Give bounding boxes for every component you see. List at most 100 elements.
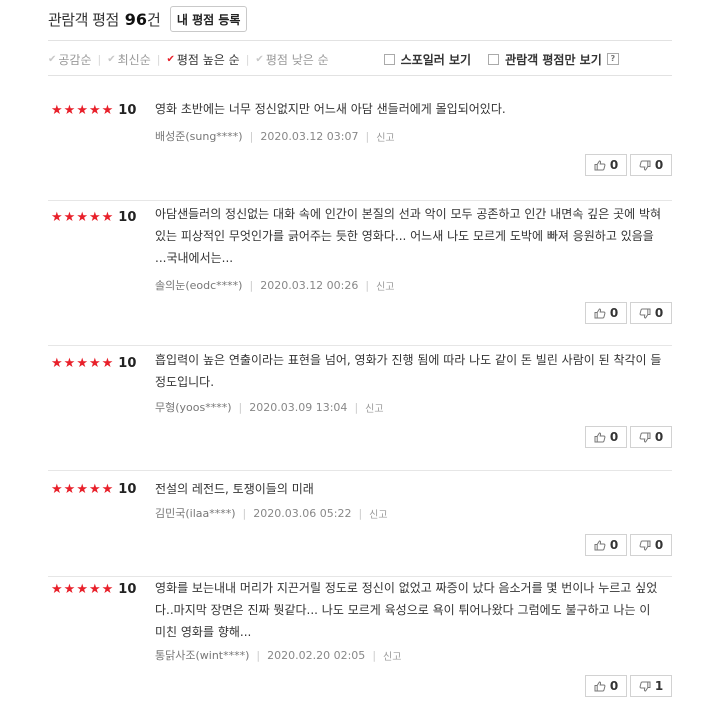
star-icon: ★ — [88, 481, 101, 497]
sort-label: 평점 높은 순 — [176, 52, 240, 67]
reviewer-nickname[interactable]: 김민국(ilaa****) — [155, 505, 236, 521]
rating-header: 관람객 평점 96 건 내 평점 등록 — [48, 6, 248, 32]
audience-only-toggle[interactable]: 관람객 평점만 보기 ? — [488, 51, 619, 68]
dislike-count: 0 — [654, 538, 664, 552]
review-date: 2020.02.20 02:05 — [267, 648, 366, 662]
report-link[interactable]: 신고 — [376, 278, 394, 293]
dislike-button[interactable]: 0 — [630, 426, 672, 448]
sort-label: 평점 낮은 순 — [265, 52, 329, 67]
check-icon: ✔ — [255, 53, 264, 65]
review-date: 2020.03.12 03:07 — [260, 129, 359, 143]
check-icon: ✔ — [166, 53, 175, 65]
rating-count-unit: 건 — [147, 10, 161, 29]
report-link[interactable]: 신고 — [369, 506, 387, 521]
sort-low-rating[interactable]: ✔ 평점 낮은 순 — [255, 51, 328, 68]
like-button[interactable]: 0 — [585, 426, 627, 448]
report-link[interactable]: 신고 — [383, 648, 401, 663]
reviewer-nickname[interactable]: 배성준(sung****) — [155, 128, 243, 144]
star-rating: ★ ★ ★ ★ ★ 10 — [51, 356, 136, 371]
review-meta: 무형(yoos****) | 2020.03.09 13:04 | 신고 — [155, 399, 384, 415]
reviewer-nickname[interactable]: 통닭사조(wint****) — [155, 647, 249, 663]
dislike-count: 0 — [654, 430, 664, 444]
sort-sympathy[interactable]: ✔ 공감순 — [48, 51, 92, 68]
like-count: 0 — [609, 430, 619, 444]
report-link[interactable]: 신고 — [376, 129, 394, 144]
separator: | — [365, 129, 370, 143]
star-icon: ★ — [101, 581, 114, 597]
review-score: 10 — [118, 103, 137, 118]
thumbs-down-icon — [639, 432, 651, 443]
like-button[interactable]: 0 — [585, 675, 627, 697]
separator: | — [256, 648, 261, 662]
review-item: ★ ★ ★ ★ ★ 10 아담샌들러의 정신없는 대화 속에 인간이 본질의 선과 악이… — [48, 201, 672, 346]
star-icon: ★ — [76, 481, 88, 497]
separator: | — [245, 52, 250, 66]
like-button[interactable]: 0 — [585, 302, 627, 324]
star-icon: ★ — [88, 102, 101, 118]
dislike-button[interactable]: 0 — [630, 302, 672, 324]
dislike-button[interactable]: 1 — [630, 675, 672, 697]
separator: | — [354, 400, 359, 414]
like-button[interactable]: 0 — [585, 154, 627, 176]
vote-buttons: 0 1 — [582, 675, 672, 697]
thumbs-down-icon — [639, 160, 651, 171]
review-date: 2020.03.12 00:26 — [260, 278, 359, 292]
dislike-count: 1 — [654, 679, 664, 693]
like-count: 0 — [609, 679, 619, 693]
review-item: ★ ★ ★ ★ ★ 10 영화를 보는내내 머리가 지끈거릴 정도로 정신이 없었고 짜… — [48, 577, 672, 704]
sort-latest[interactable]: ✔ 최신순 — [107, 51, 151, 68]
my-rating-button[interactable]: 내 평점 등록 — [169, 6, 248, 32]
review-date: 2020.03.09 13:04 — [249, 400, 348, 414]
review-text: 영화 초반에는 너무 정신없지만 어느새 아담 샌들러에게 몰입되어있다. — [155, 102, 506, 116]
review-score: 10 — [118, 582, 137, 597]
dislike-button[interactable]: 0 — [630, 154, 672, 176]
reviewer-nickname[interactable]: 무형(yoos****) — [155, 399, 232, 415]
vote-buttons: 0 0 — [582, 534, 672, 556]
review-meta: 솔의눈(eodc****) | 2020.03.12 00:26 | 신고 — [155, 277, 395, 293]
review-score: 10 — [118, 356, 137, 371]
dislike-button[interactable]: 0 — [630, 534, 672, 556]
star-icon: ★ — [88, 581, 101, 597]
separator: | — [365, 278, 370, 292]
thumbs-up-icon — [594, 680, 606, 691]
report-link[interactable]: 신고 — [365, 400, 383, 415]
help-icon[interactable]: ? — [606, 53, 619, 65]
check-icon: ✔ — [107, 53, 116, 65]
spoiler-toggle[interactable]: 스포일러 보기 — [383, 51, 471, 68]
rating-title: 관람객 평점 — [48, 10, 119, 29]
star-icon: ★ — [76, 102, 88, 118]
like-count: 0 — [609, 538, 619, 552]
like-button[interactable]: 0 — [585, 534, 627, 556]
reviewer-nickname[interactable]: 솔의눈(eodc****) — [155, 277, 242, 293]
rating-count: 96 — [124, 9, 148, 29]
review-meta: 김민국(ilaa****) | 2020.03.06 05:22 | 신고 — [155, 505, 388, 521]
checkbox-icon[interactable] — [383, 53, 395, 65]
star-icon: ★ — [51, 581, 63, 597]
vote-buttons: 0 0 — [582, 426, 672, 448]
review-text: 전설의 레전드, 토쟁이들의 미래 — [155, 482, 314, 496]
star-icon: ★ — [51, 481, 63, 497]
review-item: ★ ★ ★ ★ ★ 10 영화 초반에는 너무 정신없지만 어느새 아담 샌들러에게 몰… — [48, 76, 672, 201]
star-rating: ★ ★ ★ ★ ★ 10 — [51, 210, 136, 225]
star-icon: ★ — [101, 102, 114, 118]
star-icon: ★ — [88, 209, 101, 225]
thumbs-down-icon — [639, 681, 651, 692]
checkbox-icon[interactable] — [488, 53, 500, 65]
separator: | — [249, 129, 254, 143]
sort-high-rating[interactable]: ✔ 평점 높은 순 — [166, 51, 239, 68]
separator: | — [97, 52, 102, 66]
dislike-count: 0 — [654, 306, 664, 320]
star-icon: ★ — [63, 102, 76, 118]
review-text: 흡입력이 높은 연출이라는 표현을 넘어, 영화가 진행 됨에 따라 나도 같이… — [155, 353, 662, 389]
star-icon: ★ — [63, 581, 76, 597]
separator: | — [249, 278, 254, 292]
check-icon: ✔ — [48, 53, 57, 65]
thumbs-up-icon — [594, 431, 606, 442]
star-icon: ★ — [76, 355, 88, 371]
star-rating: ★ ★ ★ ★ ★ 10 — [51, 482, 136, 497]
separator: | — [358, 506, 363, 520]
separator: | — [156, 52, 161, 66]
star-icon: ★ — [63, 209, 76, 225]
star-rating: ★ ★ ★ ★ ★ 10 — [51, 582, 136, 597]
sort-filter-bar: ✔ 공감순 | ✔ 최신순 | ✔ 평점 높은 순 | ✔ 평점 낮은 순 스포일러 보… — [48, 47, 672, 71]
